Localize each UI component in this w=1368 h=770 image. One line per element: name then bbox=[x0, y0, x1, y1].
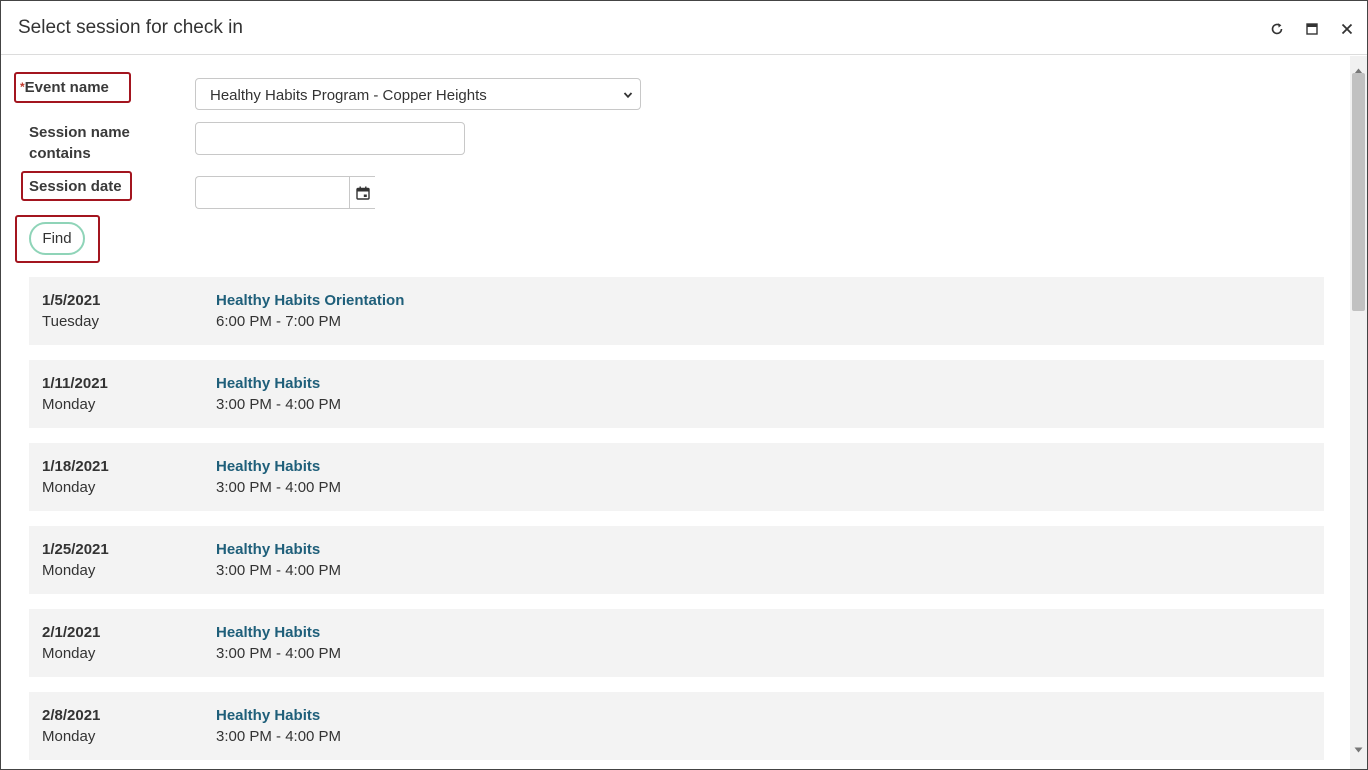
event-name-label: *Event name bbox=[20, 79, 109, 96]
session-row[interactable]: 1/11/2021 Monday Healthy Habits 3:00 PM … bbox=[29, 360, 1324, 428]
calendar-icon[interactable] bbox=[349, 176, 375, 209]
session-name-link[interactable]: Healthy Habits bbox=[216, 541, 320, 558]
session-dialog: Select session for check in *Event name bbox=[0, 0, 1368, 770]
session-date: 1/25/2021 bbox=[42, 541, 109, 558]
session-time: 3:00 PM - 4:00 PM bbox=[216, 396, 342, 413]
refresh-icon[interactable] bbox=[1266, 18, 1288, 40]
session-time: 6:00 PM - 7:00 PM bbox=[216, 313, 342, 330]
dialog-title: Select session for check in bbox=[18, 17, 243, 38]
session-name-link[interactable]: Healthy Habits bbox=[216, 375, 320, 392]
session-row[interactable]: 2/1/2021 Monday Healthy Habits 3:00 PM -… bbox=[29, 609, 1324, 677]
event-name-select-value: Healthy Habits Program - Copper Heights bbox=[210, 87, 487, 104]
session-day: Monday bbox=[42, 396, 96, 413]
session-name-link[interactable]: Healthy Habits bbox=[216, 707, 320, 724]
session-date-input[interactable] bbox=[195, 176, 350, 209]
session-time: 3:00 PM - 4:00 PM bbox=[216, 562, 342, 579]
scroll-down-arrow-icon[interactable] bbox=[1354, 740, 1363, 758]
session-day: Monday bbox=[42, 562, 96, 579]
session-date: 2/1/2021 bbox=[42, 624, 101, 641]
vertical-scrollbar[interactable] bbox=[1350, 56, 1367, 769]
session-date: 2/8/2021 bbox=[42, 707, 101, 724]
dialog-titlebar: Select session for check in bbox=[1, 1, 1367, 55]
session-day: Tuesday bbox=[42, 313, 99, 330]
session-date: 1/5/2021 bbox=[42, 292, 101, 309]
session-row[interactable]: 1/25/2021 Monday Healthy Habits 3:00 PM … bbox=[29, 526, 1324, 594]
chevron-down-icon bbox=[622, 88, 634, 105]
maximize-icon[interactable] bbox=[1301, 18, 1323, 40]
session-date: 1/11/2021 bbox=[42, 375, 108, 392]
dialog-content: *Event name Healthy Habits Program - Cop… bbox=[1, 56, 1350, 769]
session-name-link[interactable]: Healthy Habits bbox=[216, 458, 320, 475]
session-day: Monday bbox=[42, 479, 96, 496]
session-row[interactable]: 1/18/2021 Monday Healthy Habits 3:00 PM … bbox=[29, 443, 1324, 511]
scrollbar-thumb[interactable] bbox=[1352, 73, 1365, 311]
session-date-label: Session date bbox=[29, 178, 122, 195]
session-time: 3:00 PM - 4:00 PM bbox=[216, 645, 342, 662]
session-name-label: Session name contains bbox=[29, 124, 130, 162]
session-day: Monday bbox=[42, 728, 96, 745]
event-name-select[interactable]: Healthy Habits Program - Copper Heights bbox=[195, 78, 641, 110]
session-name-input[interactable] bbox=[195, 122, 465, 155]
session-date: 1/18/2021 bbox=[42, 458, 109, 475]
session-row[interactable]: 1/5/2021 Tuesday Healthy Habits Orientat… bbox=[29, 277, 1324, 345]
session-name-link[interactable]: Healthy Habits Orientation bbox=[216, 292, 404, 309]
session-time: 3:00 PM - 4:00 PM bbox=[216, 479, 342, 496]
session-day: Monday bbox=[42, 645, 96, 662]
session-name-link[interactable]: Healthy Habits bbox=[216, 624, 320, 641]
find-button[interactable]: Find bbox=[29, 222, 85, 255]
session-time: 3:00 PM - 4:00 PM bbox=[216, 728, 342, 745]
session-row[interactable]: 2/8/2021 Monday Healthy Habits 3:00 PM -… bbox=[29, 692, 1324, 760]
close-icon[interactable] bbox=[1336, 18, 1358, 40]
